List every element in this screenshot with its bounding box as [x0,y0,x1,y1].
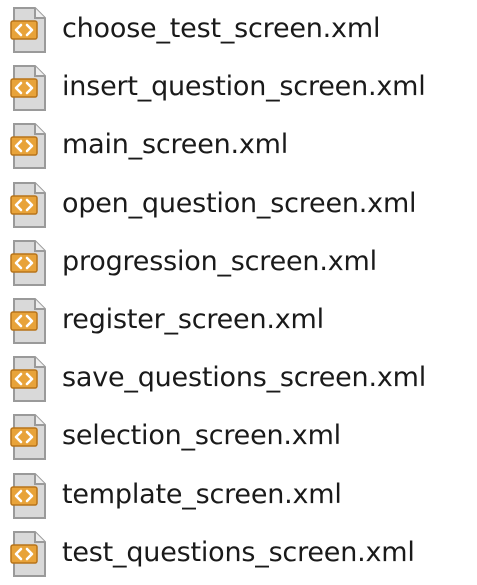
xml-file-icon [10,472,48,519]
file-row[interactable]: template_screen.xml [0,469,477,527]
file-row[interactable]: open_question_screen.xml [0,178,477,236]
file-name: insert_question_screen.xml [62,71,426,103]
xml-file-icon [10,123,48,170]
file-list: choose_test_screen.xml insert_question_sc… [0,0,477,582]
file-row[interactable]: main_screen.xml [0,119,477,177]
file-name: test_questions_screen.xml [62,536,415,568]
file-name: selection_screen.xml [62,420,341,452]
file-name: save_questions_screen.xml [62,362,427,394]
file-name: main_screen.xml [62,129,289,161]
xml-file-icon [10,414,48,461]
file-row[interactable]: register_screen.xml [0,294,477,352]
file-row[interactable]: insert_question_screen.xml [0,61,477,119]
file-name: progression_screen.xml [62,245,377,277]
file-row[interactable]: choose_test_screen.xml [0,3,477,61]
file-row[interactable]: selection_screen.xml [0,410,477,468]
file-name: open_question_screen.xml [62,187,417,219]
file-row[interactable]: save_questions_screen.xml [0,352,477,410]
xml-file-icon [10,7,48,53]
xml-file-icon [10,298,48,344]
xml-file-icon [10,530,48,577]
file-name: register_screen.xml [62,304,324,335]
xml-file-icon [10,65,48,112]
xml-file-icon [10,181,48,228]
file-row[interactable]: progression_screen.xml [0,236,477,294]
file-name: choose_test_screen.xml [62,13,381,44]
xml-file-icon [10,239,48,286]
file-row[interactable]: test_questions_screen.xml [0,527,477,585]
xml-file-icon [10,356,48,403]
file-name: template_screen.xml [62,478,342,510]
